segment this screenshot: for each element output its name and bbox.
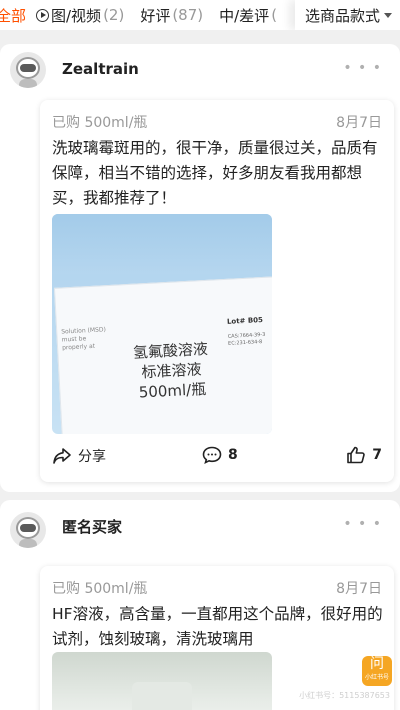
purchased-sku: 已购 500ml/瓶: [52, 581, 148, 597]
comment-button[interactable]: 8: [202, 446, 238, 464]
bottle-shoulder: [52, 214, 272, 274]
tab-photo-video-label: 图/视频: [51, 6, 102, 25]
tab-good-count: (87): [172, 6, 204, 24]
play-icon: [36, 8, 49, 22]
tab-photo-video[interactable]: 图/视频 (2): [36, 0, 130, 30]
review-card: Zealtrain • • • 已购 500ml/瓶 8月7日 洗玻璃霉斑用的，…: [0, 44, 400, 492]
tab-bad-label: 中/差评: [219, 6, 270, 25]
review-card: 匿名买家 • • • 已购 500ml/瓶 8月7日 HF溶液，高含量，一直都用…: [0, 500, 400, 710]
share-label: 分享: [78, 449, 106, 465]
like-count: 7: [372, 447, 382, 463]
review-content: 已购 500ml/瓶 8月7日 洗玻璃霉斑用的，很干净，质量很过关，品质有保障，…: [40, 100, 394, 482]
review-filter-tabs: 全部 图/视频 (2) 好评 (87) 中/差评 ( 选商品款式: [0, 0, 400, 30]
tab-bad-count: (: [271, 6, 278, 24]
select-product-style-dropdown[interactable]: 选商品款式: [294, 0, 400, 30]
avatar-body: [19, 539, 37, 548]
app-watermark-logo: 问 小红书号: [362, 656, 392, 686]
reviewer-username[interactable]: Zealtrain: [62, 60, 139, 78]
share-icon: [53, 448, 71, 464]
watermark-sub: 小红书号: [364, 674, 389, 681]
watermark-id: 小红书号：5115387653: [299, 691, 390, 700]
review-date: 8月7日: [336, 115, 382, 131]
comment-icon: [202, 446, 222, 464]
avatar-visor: [20, 64, 36, 72]
tab-photo-video-count: (2): [103, 6, 125, 24]
tab-good-reviews[interactable]: 好评 (87): [140, 0, 209, 30]
tab-good-label: 好评: [140, 6, 171, 25]
review-photo[interactable]: [52, 652, 272, 710]
label-line-3: 500ml/瓶: [138, 380, 207, 402]
review-actions: 分享 8 7: [52, 446, 382, 468]
purchased-sku: 已购 500ml/瓶: [52, 115, 148, 131]
select-style-label: 选商品款式: [304, 6, 380, 25]
more-options-icon[interactable]: • • •: [343, 60, 382, 76]
hazard-diamonds: ◇◇◇: [153, 430, 229, 434]
caret-down-icon: [384, 12, 392, 18]
share-button[interactable]: 分享: [52, 446, 106, 466]
tab-all[interactable]: 全部: [0, 0, 30, 30]
avatar[interactable]: [10, 52, 46, 88]
avatar[interactable]: [10, 512, 46, 548]
comment-count: 8: [228, 447, 238, 463]
review-content: 已购 500ml/瓶 8月7日 HF溶液，高含量，一直都用这个品牌，很好用的试剂…: [40, 566, 394, 710]
review-text: HF溶液，高含量，一直都用这个品牌，很好用的试剂，蚀刻玻璃，清洗玻璃用: [52, 605, 383, 648]
tab-all-label: 全部: [0, 6, 27, 25]
label-lot: Lot# B05: [226, 315, 264, 326]
more-options-icon[interactable]: • • •: [343, 516, 382, 532]
avatar-visor: [20, 524, 36, 532]
review-text: 洗玻璃霉斑用的，很干净，质量很过关，品质有保障，相当不错的选择，好多朋友看我用都…: [52, 139, 378, 207]
label-product-name: 氢氟酸溶液 标准溶液 500ml/瓶: [120, 338, 223, 403]
reviewer-username[interactable]: 匿名买家: [62, 516, 122, 537]
watermark-glyph: 问: [370, 656, 384, 672]
bottle-label: Solution (MSD) must be properly at 氢氟酸溶液…: [53, 276, 272, 434]
thumbs-up-icon: [347, 446, 366, 464]
bottle-cap: [132, 682, 192, 710]
review-photo[interactable]: Solution (MSD) must be properly at 氢氟酸溶液…: [52, 214, 272, 434]
like-button[interactable]: 7: [346, 446, 382, 464]
tab-medium-bad-reviews[interactable]: 中/差评 (: [219, 0, 283, 30]
review-date: 8月7日: [336, 581, 382, 597]
avatar-body: [19, 79, 37, 88]
label-small-text: Solution (MSD) must be properly at: [61, 326, 107, 352]
label-meta: CAS:7664-39-3 EC:231-634-8: [227, 331, 266, 347]
